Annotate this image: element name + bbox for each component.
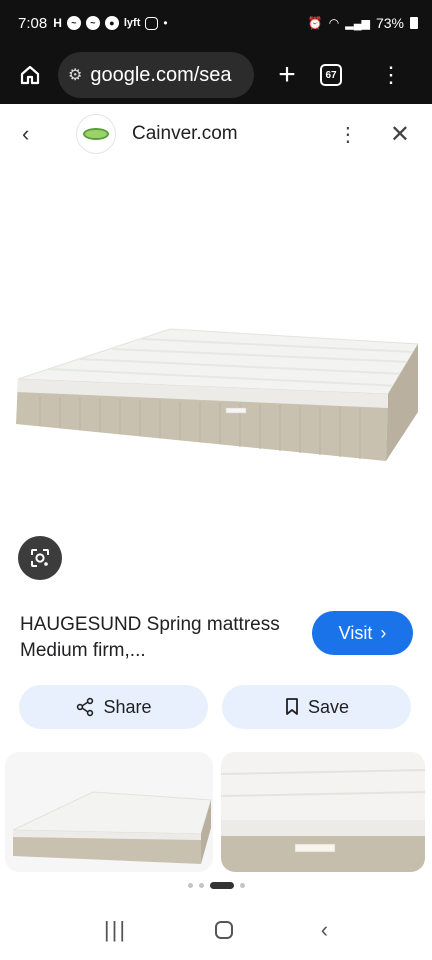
- tab-switcher-button[interactable]: 67: [320, 64, 342, 86]
- system-status: ⏰ ◠ ▂▄▆ 73%: [308, 15, 418, 31]
- carousel-dot: [239, 883, 245, 888]
- mattress-image: [16, 328, 419, 461]
- share-icon: [77, 697, 94, 717]
- site-name[interactable]: Cainver.com: [132, 123, 238, 145]
- close-icon[interactable]: ✕: [390, 120, 410, 149]
- lyft-icon: lyft: [123, 17, 141, 29]
- site-favicon: [76, 114, 116, 154]
- related-image-thumbnail[interactable]: [5, 752, 213, 872]
- instagram-icon: [145, 16, 159, 30]
- browser-toolbar: ⚙ google.com/sea + 67 ⋮: [0, 46, 432, 104]
- carousel-dot-active: [209, 882, 234, 889]
- back-icon[interactable]: ‹: [22, 121, 52, 147]
- google-lens-button[interactable]: [18, 536, 62, 580]
- site-settings-icon[interactable]: ⚙: [68, 65, 82, 85]
- browser-menu-icon[interactable]: ⋮: [380, 62, 402, 88]
- signal-icon: ▂▄▆: [345, 17, 370, 30]
- messenger-icon: ~: [66, 16, 81, 30]
- address-bar[interactable]: ⚙ google.com/sea: [58, 52, 254, 98]
- lens-icon: [31, 549, 49, 567]
- chevron-right-icon: ›: [380, 622, 387, 643]
- alarm-icon: ⏰: [307, 16, 323, 30]
- carousel-indicator: [0, 882, 432, 889]
- share-button[interactable]: Share: [19, 685, 208, 729]
- battery-level: 73%: [375, 15, 404, 31]
- save-label: Save: [307, 696, 350, 717]
- mattress-closeup-image: [221, 752, 425, 872]
- product-image[interactable]: [0, 164, 432, 524]
- mattress-thumbnail-image: [12, 791, 212, 864]
- status-bar: 7:08 H ~ ~ ● lyft • ⏰ ◠ ▂▄▆ 73%: [0, 0, 432, 46]
- system-navigation-bar: ||| ‹: [0, 900, 432, 960]
- sheet-header: ‹ Cainver.com ⋮ ✕: [0, 104, 432, 164]
- messenger-icon: ~: [85, 16, 100, 30]
- carousel-dot: [198, 883, 204, 888]
- carousel-dot: [187, 883, 193, 888]
- bookmark-icon: [286, 698, 298, 715]
- dot-icon: •: [163, 16, 168, 30]
- visit-label: Visit: [338, 622, 373, 643]
- wifi-icon: ◠: [328, 16, 340, 30]
- h-icon: H: [53, 16, 62, 30]
- tab-count: 67: [325, 69, 337, 81]
- more-options-icon[interactable]: ⋮: [338, 122, 358, 147]
- share-label: Share: [103, 696, 152, 717]
- new-tab-button[interactable]: +: [270, 58, 304, 92]
- product-title: HAUGESUND Spring mattress Medium firm,..…: [20, 614, 280, 661]
- clock: 7:08: [18, 14, 48, 32]
- battery-icon: [410, 17, 418, 29]
- url-text: google.com/sea: [90, 63, 232, 86]
- related-image-thumbnail[interactable]: [221, 752, 425, 872]
- visit-button[interactable]: Visit ›: [312, 611, 413, 655]
- home-button[interactable]: [12, 57, 48, 93]
- home-icon: [20, 65, 40, 85]
- back-nav-icon[interactable]: ‹: [321, 917, 328, 943]
- recent-apps-icon[interactable]: |||: [104, 917, 127, 943]
- notification-icons: H ~ ~ ● lyft •: [53, 16, 168, 30]
- save-button[interactable]: Save: [222, 685, 411, 729]
- account-icon: ●: [104, 16, 119, 30]
- home-nav-icon[interactable]: [214, 921, 233, 939]
